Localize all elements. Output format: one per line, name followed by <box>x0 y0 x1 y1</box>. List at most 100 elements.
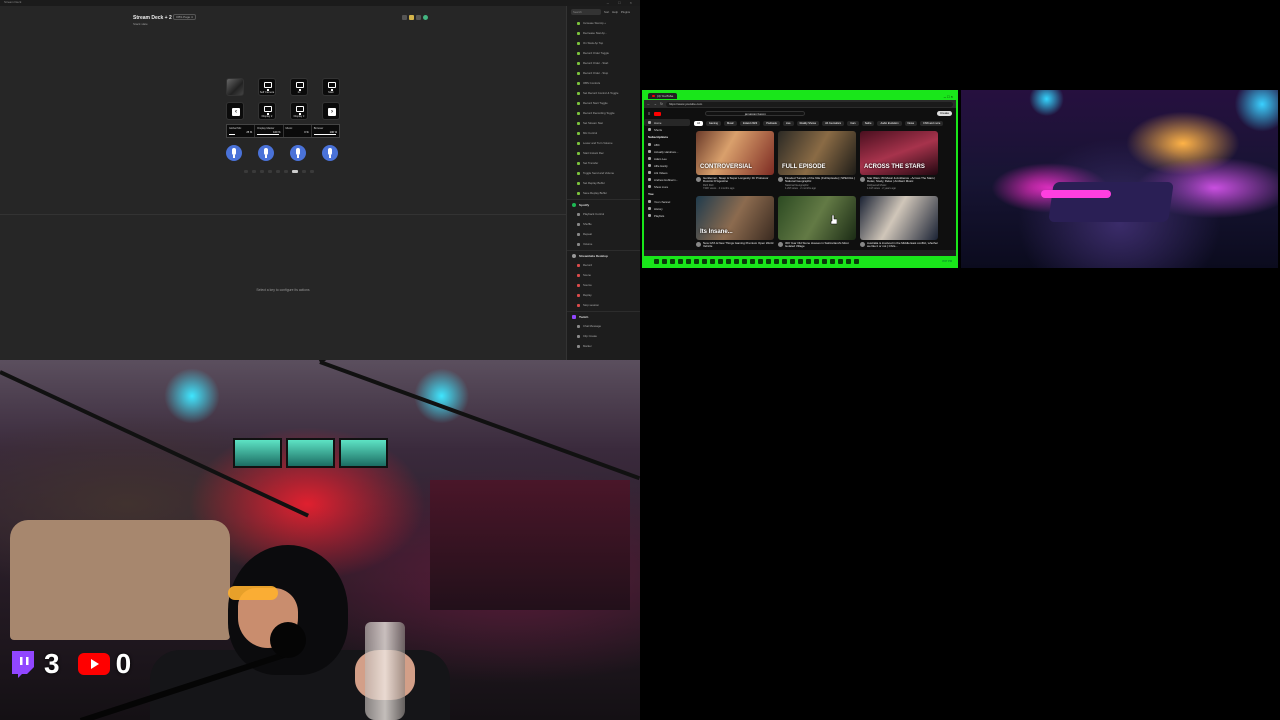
video-thumbnail[interactable] <box>860 195 938 240</box>
action-item[interactable]: Set Stream Stat <box>567 118 640 128</box>
video-thumbnail[interactable]: CONTROVERSIAL <box>696 131 774 175</box>
taskbar-app-icon[interactable] <box>726 258 731 264</box>
action-item[interactable]: Marker <box>567 341 640 351</box>
youtube-logo-icon[interactable] <box>654 111 662 116</box>
action-item[interactable]: Record Start Toggle <box>567 98 640 108</box>
video-thumbnail[interactable] <box>778 195 856 240</box>
deck-key[interactable]: Display 2 <box>258 102 276 120</box>
video-title[interactable]: Star Wars: 80 Music & Ambience - Across … <box>867 176 938 184</box>
deck-key[interactable]: Display 3 <box>290 102 308 120</box>
video-thumbnail[interactable]: FULL EPISODE <box>778 131 856 175</box>
filter-chip[interactable]: Ireland 2023 <box>739 121 761 126</box>
action-item[interactable]: Replay <box>567 290 640 300</box>
taskbar-app-icon[interactable] <box>686 258 691 264</box>
reload-icon[interactable]: ↻ <box>660 102 663 106</box>
action-item[interactable]: Record Order Toggle <box>567 48 640 58</box>
sidebar-item[interactable]: Adam Lee <box>644 155 690 162</box>
page-dot[interactable] <box>252 170 256 173</box>
group-spotify[interactable]: Spotify <box>567 199 640 209</box>
sidebar-item[interactable]: History <box>644 205 690 212</box>
deck-key[interactable]: Main <box>322 78 340 96</box>
taskbar-app-icon[interactable] <box>782 258 787 264</box>
plugins-button[interactable]: Plugins <box>621 10 630 14</box>
forward-icon[interactable]: → <box>654 102 658 106</box>
taskbar-app-icon[interactable] <box>766 258 771 264</box>
taskbar-app-icon[interactable] <box>750 258 755 264</box>
action-item[interactable]: Scene <box>567 270 640 280</box>
filter-chip[interactable]: Satire <box>861 121 875 126</box>
taskbar-app-icon[interactable] <box>710 258 715 264</box>
action-item[interactable]: Record Order - Start <box>567 58 640 68</box>
video-card[interactable]: ACROSS THE STARS Star Wars: 80 Music & Am… <box>860 131 938 190</box>
filter-chip[interactable]: All <box>694 121 703 126</box>
action-item[interactable]: Set Replay Buffer <box>567 178 640 188</box>
page-dot[interactable] <box>260 170 264 173</box>
status-icon[interactable] <box>423 15 428 20</box>
page-dot[interactable] <box>302 170 306 173</box>
action-item[interactable]: Start Instant Rec <box>567 148 640 158</box>
taskbar-app-icon[interactable] <box>838 258 843 264</box>
taskbar-app-icon[interactable] <box>830 258 835 264</box>
action-item[interactable]: Stop session <box>567 300 640 310</box>
window-controls[interactable]: – □ × <box>607 0 636 5</box>
action-item[interactable]: Record Recording Toggle <box>567 108 640 118</box>
action-item[interactable]: Lower and Turn Volume <box>567 138 640 148</box>
browser-tab[interactable]: (4) YouTube <box>648 93 678 99</box>
video-card[interactable]: CONTROVERSIAL Gentlemen, Sleep & Super Lo… <box>696 131 774 190</box>
video-title[interactable]: Flooded Tunnels of the Nile (Full Episod… <box>785 176 856 184</box>
taskbar-app-icon[interactable] <box>742 258 747 264</box>
video-title[interactable]: New GTA & New Things Gaming Premium Open… <box>703 241 774 249</box>
store-icon[interactable] <box>409 15 414 20</box>
taskbar-app-icon[interactable] <box>734 258 739 264</box>
filter-chip[interactable]: News <box>904 121 918 126</box>
action-item[interactable]: Volume <box>567 239 640 249</box>
microphone-dial-icon[interactable] <box>290 145 306 161</box>
page-dot[interactable] <box>244 170 248 173</box>
action-item[interactable]: Chat Message <box>567 321 640 331</box>
taskbar-app-icon[interactable] <box>670 258 675 264</box>
channel-avatar[interactable] <box>860 241 865 247</box>
taskbar-app-icon[interactable] <box>798 258 803 264</box>
microphone-dial-icon[interactable] <box>258 145 274 161</box>
deck-key[interactable]: ‹ <box>226 102 244 120</box>
youtube-search-input[interactable]: jamaican bacon <box>705 111 806 116</box>
sidebar-item[interactable]: Actually Hardcore... <box>644 148 690 155</box>
channel-avatar[interactable] <box>860 177 865 182</box>
dial-display[interactable]: Display Master 100 % <box>255 125 284 137</box>
back-icon[interactable]: ← <box>647 102 651 106</box>
menu-icon[interactable]: ≡ <box>648 111 650 116</box>
search-input[interactable]: Search <box>571 9 601 15</box>
sidebar-item[interactable]: Alfie Hardy <box>644 162 690 169</box>
video-title[interactable]: Gentlemen, Sleep & Super Longevity: Dr P… <box>703 176 774 184</box>
filter-chip[interactable]: Audio Evolution <box>877 121 902 126</box>
filter-chip[interactable]: Cars <box>847 121 859 126</box>
action-item[interactable]: Mic Control <box>567 128 640 138</box>
video-thumbnail[interactable]: ACROSS THE STARS <box>860 131 938 175</box>
video-card[interactable]: Its Insane... New GTA & New Things Gaming… <box>696 195 774 249</box>
filter-chip[interactable]: Gaming <box>705 121 721 126</box>
page-dot[interactable] <box>276 170 280 173</box>
action-item[interactable]: Shuffle <box>567 219 640 229</box>
device-name[interactable]: Stream Deck + 2 <box>133 15 172 21</box>
settings-icon[interactable] <box>402 15 407 20</box>
sidebar-item[interactable]: Home <box>644 119 690 126</box>
taskbar-app-icon[interactable] <box>814 258 819 264</box>
filter-chip[interactable]: Music <box>723 121 737 126</box>
taskbar-app-icon[interactable] <box>702 258 707 264</box>
video-title[interactable]: Australia is involved in the Middle East… <box>867 241 938 249</box>
dial-display[interactable]: Global Mic 25 % <box>227 125 256 137</box>
sidebar-item[interactable]: Your channel <box>644 198 690 205</box>
channel-avatar[interactable] <box>778 177 783 182</box>
action-item[interactable]: Repeat <box>567 229 640 239</box>
microphone-dial-icon[interactable] <box>226 145 242 161</box>
video-thumbnail[interactable]: Its Insane... <box>696 195 774 240</box>
sort-button[interactable]: Sort <box>604 10 609 14</box>
video-card[interactable]: Australia is involved in the Middle East… <box>860 195 938 249</box>
account-icon[interactable] <box>416 15 421 20</box>
filter-chip[interactable]: CNN and more <box>920 121 944 126</box>
action-item[interactable]: On Stats Ap Top <box>567 38 640 48</box>
action-item[interactable]: Decrease Stat Ap - <box>567 28 640 38</box>
channel-avatar[interactable] <box>696 177 701 182</box>
create-button[interactable]: Create <box>936 111 952 116</box>
deck-key[interactable] <box>226 78 244 96</box>
